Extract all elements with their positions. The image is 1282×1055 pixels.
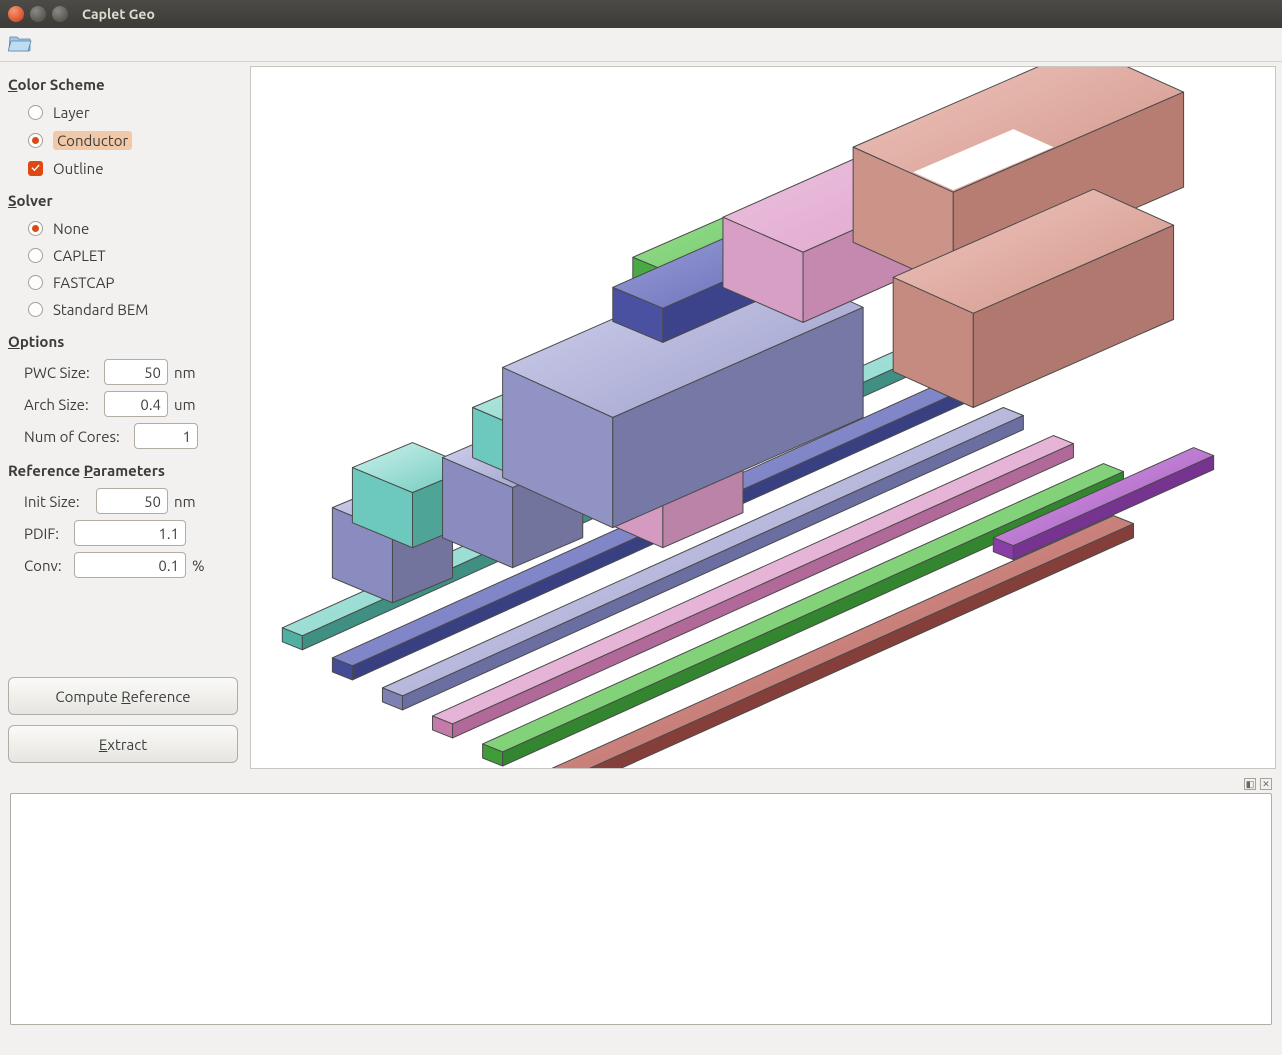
minimize-icon[interactable] — [30, 6, 46, 22]
cores-input[interactable] — [134, 423, 198, 449]
arch-label: Arch Size: — [24, 396, 98, 413]
arch-size-row: Arch Size: um — [8, 388, 238, 420]
radio-icon — [28, 248, 43, 263]
radio-icon — [28, 302, 43, 317]
solver-caplet-radio[interactable]: CAPLET — [8, 242, 238, 269]
pwc-label: PWC Size: — [24, 364, 98, 381]
arch-unit: um — [174, 396, 200, 413]
arch-input[interactable] — [104, 391, 168, 417]
conv-input[interactable] — [74, 552, 186, 578]
dock-close-icon[interactable]: ✕ — [1260, 778, 1272, 790]
color-conductor-radio[interactable]: Conductor — [8, 126, 238, 155]
init-unit: nm — [174, 493, 200, 510]
cores-label: Num of Cores: — [24, 428, 128, 445]
open-folder-icon[interactable] — [8, 33, 32, 56]
radio-icon — [28, 221, 43, 236]
radio-icon — [28, 275, 43, 290]
color-scheme-header: Color Scheme — [8, 76, 238, 93]
pwc-size-row: PWC Size: nm — [8, 356, 238, 388]
pdif-input[interactable] — [74, 520, 186, 546]
radio-icon — [28, 133, 43, 148]
radio-label: Layer — [53, 104, 90, 121]
solver-none-radio[interactable]: None — [8, 215, 238, 242]
main-area: Color Scheme Layer Conductor Outline Sol… — [0, 62, 1282, 775]
init-label: Init Size: — [24, 493, 90, 510]
color-layer-radio[interactable]: Layer — [8, 99, 238, 126]
solver-fastcap-radio[interactable]: FASTCAP — [8, 269, 238, 296]
pdif-row: PDIF: — [8, 517, 238, 549]
checkbox-icon — [28, 161, 43, 176]
conv-unit: % — [192, 557, 218, 574]
status-bar — [0, 1035, 1282, 1055]
pwc-input[interactable] — [104, 359, 168, 385]
dock-undock-icon[interactable]: ◧ — [1244, 778, 1256, 790]
solver-header: Solver — [8, 192, 238, 209]
dock-header: ◧ ✕ — [10, 775, 1272, 793]
conv-row: Conv: % — [8, 549, 238, 581]
radio-label: Conductor — [53, 131, 132, 150]
pwc-unit: nm — [174, 364, 200, 381]
reference-header: Reference Parameters — [8, 462, 238, 479]
3d-viewport[interactable] — [250, 66, 1276, 769]
compute-reference-button[interactable]: Compute Reference — [8, 677, 238, 715]
color-outline-check[interactable]: Outline — [8, 155, 238, 182]
radio-label: CAPLET — [53, 247, 106, 264]
window-controls — [8, 6, 68, 22]
console-output[interactable] — [10, 793, 1272, 1025]
radio-label: FASTCAP — [53, 274, 115, 291]
bottom-dock: ◧ ✕ — [0, 775, 1282, 1035]
init-input[interactable] — [96, 488, 168, 514]
close-icon[interactable] — [8, 6, 24, 22]
extract-button[interactable]: Extract — [8, 725, 238, 763]
maximize-icon[interactable] — [52, 6, 68, 22]
checkbox-label: Outline — [53, 160, 104, 177]
radio-icon — [28, 105, 43, 120]
solver-standardbem-radio[interactable]: Standard BEM — [8, 296, 238, 323]
radio-label: Standard BEM — [53, 301, 148, 318]
options-header: Options — [8, 333, 238, 350]
title-bar: Caplet Geo — [0, 0, 1282, 28]
pdif-label: PDIF: — [24, 525, 68, 542]
cores-row: Num of Cores: — [8, 420, 238, 452]
sidebar: Color Scheme Layer Conductor Outline Sol… — [0, 62, 246, 775]
toolbar — [0, 28, 1282, 62]
init-size-row: Init Size: nm — [8, 485, 238, 517]
action-buttons: Compute Reference Extract — [8, 627, 238, 763]
conv-label: Conv: — [24, 557, 68, 574]
window-title: Caplet Geo — [82, 6, 155, 22]
radio-label: None — [53, 220, 89, 237]
